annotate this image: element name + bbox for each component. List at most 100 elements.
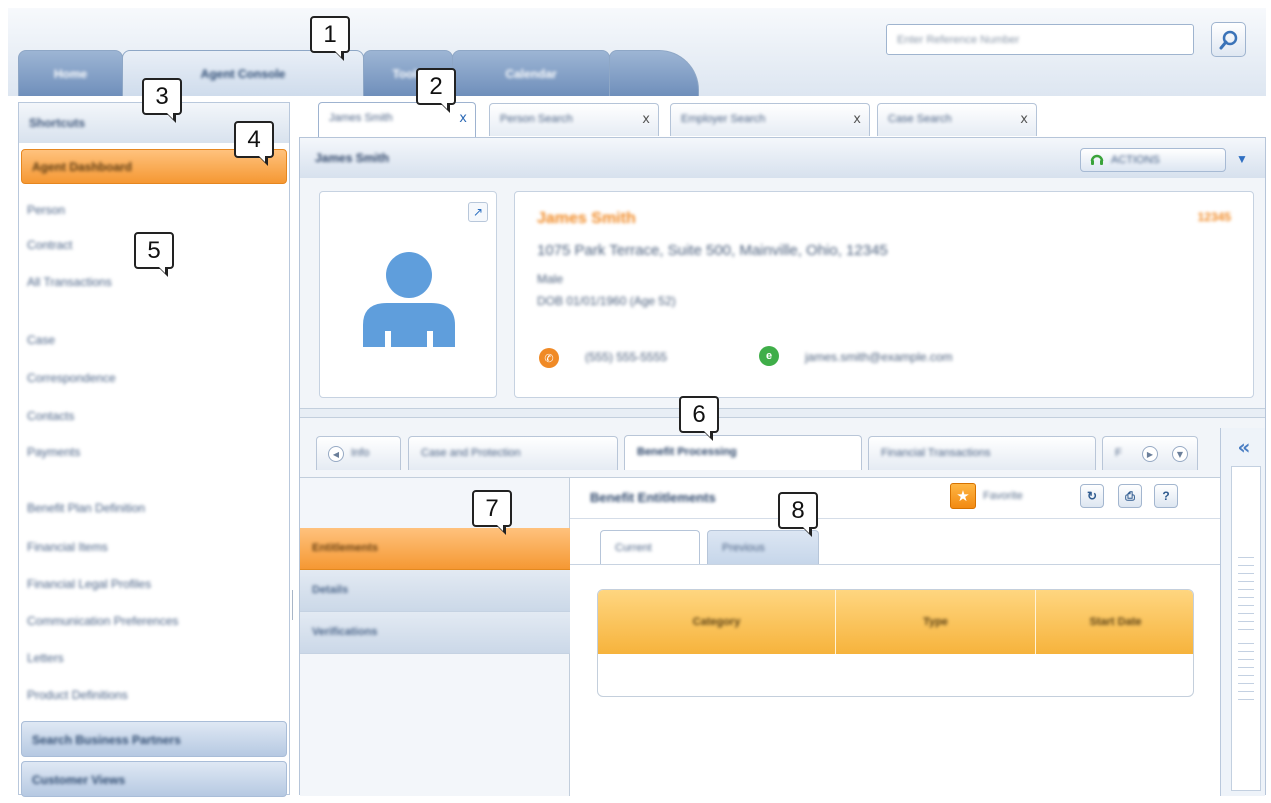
customer-id: 12345 xyxy=(1197,210,1231,224)
column-header[interactable]: Type xyxy=(835,590,1035,654)
grip-line xyxy=(1238,659,1254,660)
expand-panel-icon[interactable]: « xyxy=(1231,432,1257,462)
avatar xyxy=(363,252,455,347)
popout-icon[interactable]: ↗ xyxy=(468,202,488,222)
actions-button[interactable]: ACTIONS xyxy=(1080,148,1226,172)
scroll-left-icon[interactable]: ◀ xyxy=(328,446,344,462)
chevron-down-icon[interactable]: ▼ xyxy=(1236,152,1248,166)
nav-details[interactable]: Details xyxy=(300,570,570,612)
help-icon: ? xyxy=(1162,489,1170,503)
callout-1: 1 xyxy=(310,16,350,61)
grip-line xyxy=(1238,589,1254,590)
collapsed-panel-body xyxy=(1231,466,1261,791)
subtab-case-protection[interactable]: Case and Protection xyxy=(408,436,618,470)
grip-line xyxy=(1238,597,1254,598)
grip-line xyxy=(1238,675,1254,676)
sidebar-search-business-partners[interactable]: Search Business Partners xyxy=(21,721,287,757)
profile-info-card: James Smith 12345 1075 Park Terrace, Sui… xyxy=(514,191,1254,398)
callout-4: 4 xyxy=(234,121,274,166)
doc-tab[interactable]: Case Search x xyxy=(877,103,1037,136)
grip-line xyxy=(1238,683,1254,684)
grip-line xyxy=(1238,605,1254,606)
column-header[interactable]: Category xyxy=(598,590,835,654)
sidebar-link[interactable]: Correspondence xyxy=(27,371,116,391)
print-button[interactable]: ⎙ xyxy=(1118,484,1142,508)
nav-verifications[interactable]: Verifications xyxy=(300,612,570,654)
sidebar-link[interactable]: Case xyxy=(27,333,55,353)
headset-icon xyxy=(1090,154,1104,165)
subtab-strip: Info ◀ Case and Protection Benefit Proce… xyxy=(316,435,1208,470)
print-icon: ⎙ xyxy=(1125,488,1135,503)
tab-current[interactable]: Current xyxy=(600,530,700,564)
detail-title: Benefit Entitlements xyxy=(590,490,716,505)
sidebar-link[interactable]: Financial Items xyxy=(27,540,108,560)
close-icon[interactable]: x xyxy=(1020,112,1028,127)
doc-tab-active[interactable]: James Smith x xyxy=(318,102,476,137)
customer-workspace: James Smith ACTIONS ▼ ↗ James Smith 1234… xyxy=(299,137,1266,796)
table-header: Category Type Start Date xyxy=(598,590,1193,654)
benefit-nav: Entitlements Details Verifications xyxy=(300,478,570,796)
grip-line xyxy=(1238,667,1254,668)
toolbar-divider xyxy=(570,518,1220,519)
help-button[interactable]: ? xyxy=(1154,484,1178,508)
shortcuts-sidebar: Shortcuts Agent Dashboard Person Contrac… xyxy=(18,102,290,797)
customer-phone[interactable]: (555) 555-5555 xyxy=(585,350,667,364)
sidebar-link[interactable]: Contract xyxy=(27,238,72,258)
star-icon[interactable]: ★ xyxy=(950,483,976,509)
nav-tab-calendar[interactable]: Calendar xyxy=(452,50,610,96)
grip-line xyxy=(1238,691,1254,692)
grip-line xyxy=(1238,629,1254,630)
sidebar-link[interactable]: Product Definitions xyxy=(27,688,128,708)
sidebar-splitter[interactable] xyxy=(292,590,295,620)
refresh-icon: ↻ xyxy=(1086,489,1098,503)
refresh-button[interactable]: ↻ xyxy=(1080,484,1104,508)
customer-gender: Male xyxy=(537,272,564,286)
sidebar-link[interactable]: Letters xyxy=(27,651,64,671)
sidebar-link[interactable]: Communication Preferences xyxy=(27,614,178,634)
nav-entitlements[interactable]: Entitlements xyxy=(300,528,570,570)
section-divider xyxy=(300,408,1265,418)
sidebar-link[interactable]: Payments xyxy=(27,445,80,465)
callout-7: 7 xyxy=(472,490,512,535)
doc-tab[interactable]: Person Search x xyxy=(489,103,659,136)
customer-name: James Smith xyxy=(537,210,636,227)
callout-2: 2 xyxy=(416,68,456,113)
chevron-down-icon[interactable]: ▼ xyxy=(1172,446,1188,462)
tab-divider xyxy=(570,564,1220,565)
close-icon[interactable]: x xyxy=(642,112,650,127)
search-input[interactable]: Enter Reference Number xyxy=(886,24,1194,55)
right-collapsed-panel: « xyxy=(1220,428,1265,796)
sidebar-customer-views[interactable]: Customer Views xyxy=(21,761,287,797)
nav-tab-extra[interactable] xyxy=(609,50,699,96)
sidebar-link[interactable]: All Transactions xyxy=(27,275,112,295)
profile-photo-card: ↗ xyxy=(319,191,497,398)
customer-email[interactable]: james.smith@example.com xyxy=(805,350,953,364)
doc-tab[interactable]: Employer Search x xyxy=(670,103,870,136)
scroll-right-icon[interactable]: ▶ xyxy=(1142,446,1158,462)
sidebar-link[interactable]: Financial Legal Profiles xyxy=(27,577,151,597)
search-icon xyxy=(1219,30,1237,49)
customer-dob: DOB 01/01/1960 (Age 52) xyxy=(537,294,676,308)
callout-6: 6 xyxy=(679,396,719,441)
callout-5: 5 xyxy=(134,232,174,277)
sidebar-link[interactable]: Person xyxy=(27,203,65,223)
entitlements-table: Category Type Start Date xyxy=(597,589,1194,697)
nav-tab-home[interactable]: Home xyxy=(18,50,123,96)
search-button[interactable] xyxy=(1211,22,1246,57)
grip-line xyxy=(1238,581,1254,582)
entitlements-detail: Benefit Entitlements ★ Favorite ↻ ⎙ ? Cu… xyxy=(570,478,1220,796)
callout-8: 8 xyxy=(778,492,818,537)
callout-3: 3 xyxy=(142,78,182,123)
subtab-benefit-processing[interactable]: Benefit Processing xyxy=(624,435,862,470)
close-icon[interactable]: x xyxy=(853,112,861,127)
sidebar-link[interactable]: Benefit Plan Definition xyxy=(27,501,145,521)
grip-line xyxy=(1238,621,1254,622)
close-icon[interactable]: x xyxy=(459,111,467,126)
subtab-financial-transactions[interactable]: Financial Transactions xyxy=(868,436,1096,470)
phone-icon: ✆ xyxy=(539,348,559,368)
benefit-processing-panel: Entitlements Details Verifications Benef… xyxy=(300,477,1220,796)
grip-line xyxy=(1238,565,1254,566)
customer-address: 1075 Park Terrace, Suite 500, Mainville,… xyxy=(537,242,888,259)
column-header[interactable]: Start Date xyxy=(1035,590,1193,654)
sidebar-link[interactable]: Contacts xyxy=(27,409,74,429)
